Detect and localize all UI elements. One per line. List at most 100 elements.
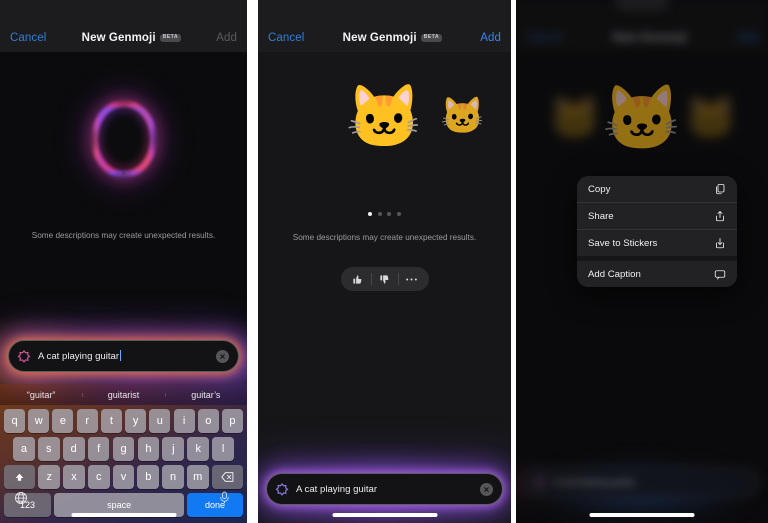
panel-gap	[247, 0, 258, 523]
context-menu-item-save-to-stickers[interactable]: Save to Stickers	[577, 230, 737, 256]
keyboard-row-2: a s d f g h j k l	[2, 437, 245, 461]
thumbs-down-icon[interactable]	[372, 267, 398, 291]
menu-item-label: Share	[588, 210, 614, 222]
genmoji-result-main[interactable]: 🐱	[602, 86, 682, 150]
menu-item-label: Copy	[588, 183, 611, 195]
home-indicator	[332, 513, 437, 517]
carousel-page-dots	[258, 212, 511, 217]
text-caret	[119, 350, 121, 361]
key-a[interactable]: a	[13, 437, 35, 461]
notch	[356, 0, 413, 12]
suggestion-item[interactable]: guitar’s	[164, 390, 247, 400]
page-dot[interactable]	[387, 212, 392, 217]
prompt-text-value: A cat playing guitar	[296, 483, 378, 495]
panel-genmoji-context-menu: Cancel New Genmoji Add 🐱 🐱 🐱 A cat playi…	[516, 0, 768, 523]
input-glow-zone: A cat playing guitar “guitar” guitarist …	[0, 300, 247, 523]
key-d[interactable]: d	[62, 437, 85, 461]
menu-item-label: Add Caption	[588, 268, 641, 280]
panel2-body: 🐱 🐱 Some descriptions may create unexpec…	[258, 52, 511, 523]
home-indicator	[71, 513, 176, 517]
genmoji-loading-ring-icon	[91, 100, 157, 178]
add-button[interactable]: Add	[737, 32, 758, 44]
key-o[interactable]: o	[197, 409, 219, 433]
key-f[interactable]: f	[87, 437, 110, 461]
panel-genmoji-results: Cancel New Genmoji BETA Add 🐱 🐱 Some des…	[258, 0, 511, 523]
loading-sub-glyph: ◕	[121, 170, 126, 177]
genmoji-result-main[interactable]: 🐱	[346, 87, 423, 149]
key-u[interactable]: u	[149, 409, 171, 433]
context-menu-item-share[interactable]: Share	[577, 203, 737, 229]
title-group: New Genmoji BETA	[343, 32, 442, 44]
key-q[interactable]: q	[4, 409, 26, 433]
page-title: New Genmoji	[342, 32, 417, 44]
beta-badge: BETA	[159, 33, 181, 43]
page-title: New Genmoji	[81, 32, 156, 44]
copy-icon	[713, 183, 726, 196]
globe-icon[interactable]	[14, 491, 28, 510]
microphone-icon[interactable]	[218, 490, 231, 510]
genmoji-sparkle-icon	[17, 349, 31, 363]
autocomplete-suggestions: “guitar” guitarist guitar’s	[0, 384, 247, 405]
key-s[interactable]: s	[37, 437, 60, 461]
key-i[interactable]: i	[173, 409, 195, 433]
key-g[interactable]: g	[112, 437, 135, 461]
genmoji-prompt-input[interactable]: A cat playing guitar	[266, 473, 503, 505]
key-h[interactable]: h	[137, 437, 160, 461]
genmoji-sparkle-icon	[275, 482, 289, 496]
beta-badge: BETA	[420, 33, 442, 43]
menu-item-label: Save to Stickers	[588, 237, 658, 249]
cancel-button[interactable]: Cancel	[526, 32, 562, 44]
genmoji-result-next[interactable]: 🐱	[440, 98, 485, 134]
thumbs-up-icon[interactable]	[345, 267, 371, 291]
page-dot[interactable]	[377, 212, 382, 217]
notch	[614, 0, 670, 12]
key-l[interactable]: l	[212, 437, 234, 461]
clear-x-icon[interactable]	[216, 349, 229, 363]
genmoji-result-next[interactable]: 🐱	[686, 94, 736, 141]
title-group: New Genmoji BETA	[82, 32, 181, 44]
cancel-button[interactable]: Cancel	[268, 32, 304, 44]
genmoji-carousel[interactable]: 🐱 🐱	[258, 70, 511, 166]
panel-genmoji-typing: Cancel New Genmoji BETA Add ◕ Some descr…	[0, 0, 247, 523]
context-menu: Copy Share Save to Stickers Add Caption	[577, 176, 737, 287]
prompt-text-value: A cat playing guitar	[38, 350, 121, 362]
keyboard-row-1: q w e r t y u i o p	[2, 409, 245, 433]
key-y[interactable]: y	[125, 409, 147, 433]
suggestion-item[interactable]: “guitar”	[0, 390, 82, 400]
key-e[interactable]: e	[52, 409, 74, 433]
clear-x-icon[interactable]	[480, 482, 493, 496]
key-t[interactable]: t	[100, 409, 122, 433]
genmoji-prompt-input[interactable]: A cat playing guitar	[8, 340, 239, 372]
genmoji-carousel: 🐱 🐱 🐱	[516, 70, 768, 166]
page-dot[interactable]	[396, 212, 402, 217]
disclaimer-text: Some descriptions may create unexpected …	[31, 231, 216, 240]
home-indicator	[589, 513, 695, 517]
context-menu-item-copy[interactable]: Copy	[577, 176, 737, 202]
add-button[interactable]: Add	[216, 32, 237, 44]
three-panel-screenshot: Cancel New Genmoji BETA Add ◕ Some descr…	[0, 0, 768, 523]
key-r[interactable]: r	[76, 409, 98, 433]
save-download-icon	[713, 237, 726, 250]
page-dot[interactable]	[367, 212, 373, 217]
genmoji-prompt-input[interactable]: A cat playing guitar	[524, 467, 760, 497]
key-k[interactable]: k	[187, 437, 210, 461]
page-title: New Genmoji	[612, 32, 687, 44]
genmoji-result-prev[interactable]: 🐱	[550, 94, 600, 141]
genmoji-loading-area: ◕	[0, 74, 247, 204]
key-j[interactable]: j	[162, 437, 185, 461]
share-icon	[713, 210, 726, 223]
cancel-button[interactable]: Cancel	[10, 32, 46, 44]
genmoji-sparkle-icon	[533, 475, 547, 489]
disclaimer-text: Some descriptions may create unexpected …	[292, 233, 477, 242]
prompt-text-value: A cat playing guitar	[554, 476, 636, 488]
on-screen-keyboard: q w e r t y u i o p a s d f g h j k l z …	[0, 405, 247, 523]
key-w[interactable]: w	[28, 409, 50, 433]
context-menu-item-add-caption[interactable]: Add Caption	[577, 261, 737, 287]
suggestion-item[interactable]: guitarist	[82, 390, 164, 400]
ellipsis-icon[interactable]	[399, 267, 425, 291]
add-button[interactable]: Add	[480, 32, 501, 44]
title-group: New Genmoji	[613, 32, 687, 44]
key-p[interactable]: p	[221, 409, 243, 433]
keyboard-bottom-row	[0, 483, 247, 523]
notch	[95, 0, 152, 12]
